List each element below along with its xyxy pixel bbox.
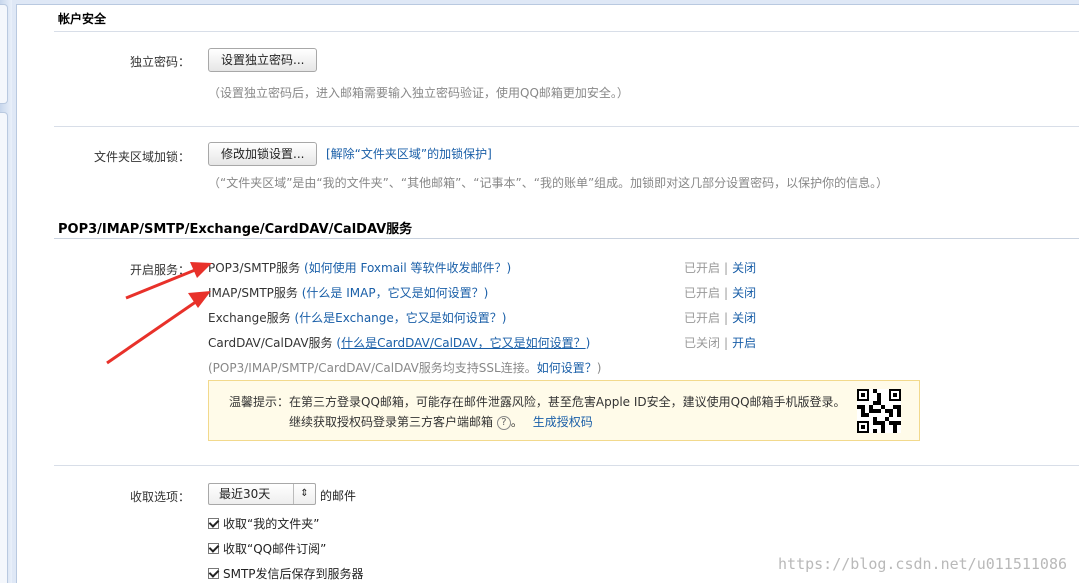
checkbox-checked-icon[interactable]	[208, 543, 219, 554]
ssl-note-end: )	[596, 361, 602, 375]
set-independent-password-button[interactable]: 设置独立密码...	[208, 48, 318, 72]
separator: |	[724, 336, 729, 350]
service-name: IMAP/SMTP服务	[208, 286, 298, 300]
section-title-services: POP3/IMAP/SMTP/Exchange/CardDAV/CalDAV服务	[58, 222, 413, 237]
checkbox-smtp-save[interactable]: SMTP发信后保存到服务器	[208, 565, 364, 582]
modify-lock-settings-button[interactable]: 修改加锁设置...	[208, 142, 318, 166]
divider	[54, 465, 1079, 466]
enable-carddav-link[interactable]: 开启	[732, 336, 756, 350]
checkbox-label: 收取“QQ邮件订阅”	[223, 542, 327, 556]
independent-password-hint: （设置独立密码后，进入邮箱需要输入独立密码验证，使用QQ邮箱更加安全。）	[208, 86, 629, 100]
status-text: 已开启	[684, 286, 721, 300]
checkbox-label: 收取“我的文件夹”	[223, 517, 320, 531]
tip-period: 。	[510, 415, 523, 429]
select-arrow-icon: ⇕	[293, 484, 315, 504]
section-title-account-security: 帐户安全	[58, 12, 107, 26]
qr-code-icon[interactable]	[857, 389, 901, 433]
checkbox-my-folders[interactable]: 收取“我的文件夹”	[208, 515, 319, 532]
close-exchange-link[interactable]: 关闭	[732, 311, 756, 325]
separator: |	[724, 311, 729, 325]
select-suffix: 的邮件	[320, 489, 357, 503]
service-row-exchange: Exchange服务 (什么是Exchange，它又是如何设置？)	[208, 309, 506, 326]
ssl-note-text: (POP3/IMAP/SMTP/CardDAV/CalDAV服务均支持SSL连接…	[208, 361, 537, 375]
checkbox-qq-subscription[interactable]: 收取“QQ邮件订阅”	[208, 540, 326, 557]
service-status-pop3: 已开启 | 关闭	[684, 259, 756, 276]
service-name: CardDAV/CalDAV服务	[208, 336, 333, 350]
service-name: POP3/SMTP服务	[208, 261, 301, 275]
divider	[54, 126, 1079, 127]
service-row-imap: IMAP/SMTP服务 (什么是 IMAP，它又是如何设置？)	[208, 284, 488, 301]
independent-password-label: 独立密码：	[129, 55, 190, 69]
divider	[54, 238, 1079, 239]
warning-tip-box: 温馨提示：在第三方登录QQ邮箱，可能存在邮件泄露风险，甚至危害Apple ID安…	[208, 380, 920, 441]
service-status-imap: 已开启 | 关闭	[684, 284, 756, 301]
service-row-carddav: CardDAV/CalDAV服务 (什么是CardDAV/CalDAV，它又是如…	[208, 334, 590, 351]
service-help-link[interactable]: (什么是 IMAP，它又是如何设置？)	[302, 286, 489, 300]
checkbox-checked-icon[interactable]	[208, 568, 219, 579]
receive-period-select[interactable]: 最近30天 ⇕	[208, 483, 316, 505]
service-status-exchange: 已开启 | 关闭	[684, 309, 756, 326]
unlock-folder-area-link[interactable]: [解除“文件夹区域”的加锁保护]	[326, 145, 492, 162]
separator: |	[724, 286, 729, 300]
checkbox-checked-icon[interactable]	[208, 518, 219, 529]
watermark: https://blog.csdn.net/u011511086	[778, 555, 1067, 573]
status-text: 已开启	[684, 311, 721, 325]
service-status-carddav: 已关闭 | 开启	[684, 334, 756, 351]
paren-close: )	[585, 336, 591, 350]
service-help-link[interactable]: (什么是Exchange，它又是如何设置？)	[294, 311, 506, 325]
status-text: 已开启	[684, 261, 721, 275]
status-text: 已关闭	[684, 336, 721, 350]
service-name: Exchange服务	[208, 311, 291, 325]
select-value: 最近30天	[219, 487, 271, 501]
folder-lock-label: 文件夹区域加锁：	[93, 150, 190, 164]
ssl-note: (POP3/IMAP/SMTP/CardDAV/CalDAV服务均支持SSL连接…	[208, 359, 601, 376]
divider	[54, 31, 1079, 32]
service-row-pop3: POP3/SMTP服务 (如何使用 Foxmail 等软件收发邮件？)	[208, 259, 511, 276]
service-help-link[interactable]: 什么是CardDAV/CalDAV，它又是如何设置？	[341, 336, 586, 350]
checkbox-label: SMTP发信后保存到服务器	[223, 567, 364, 581]
enable-services-label: 开启服务：	[129, 263, 190, 277]
ssl-howto-link[interactable]: 如何设置？	[537, 361, 597, 375]
generate-auth-code-link[interactable]: 生成授权码	[533, 415, 593, 429]
receive-options-label: 收取选项：	[129, 490, 190, 504]
separator: |	[724, 261, 729, 275]
folder-lock-hint: （“文件夹区域”是由“我的文件夹”、“其他邮箱”、“记事本”、“我的账单”组成。…	[208, 176, 889, 190]
left-tab[interactable]	[0, 112, 8, 583]
tip-line-2-text: 继续获取授权码登录第三方客户端邮箱	[289, 415, 494, 429]
tip-line-1: 温馨提示：在第三方登录QQ邮箱，可能存在邮件泄露风险，甚至危害Apple ID安…	[229, 395, 846, 409]
close-pop3-link[interactable]: 关闭	[732, 261, 756, 275]
tip-line-2: 继续获取授权码登录第三方客户端邮箱 ?。 生成授权码	[289, 413, 593, 430]
help-circle-icon[interactable]: ?	[496, 415, 511, 430]
service-help-link[interactable]: (如何使用 Foxmail 等软件收发邮件？)	[304, 261, 511, 275]
close-imap-link[interactable]: 关闭	[732, 286, 756, 300]
